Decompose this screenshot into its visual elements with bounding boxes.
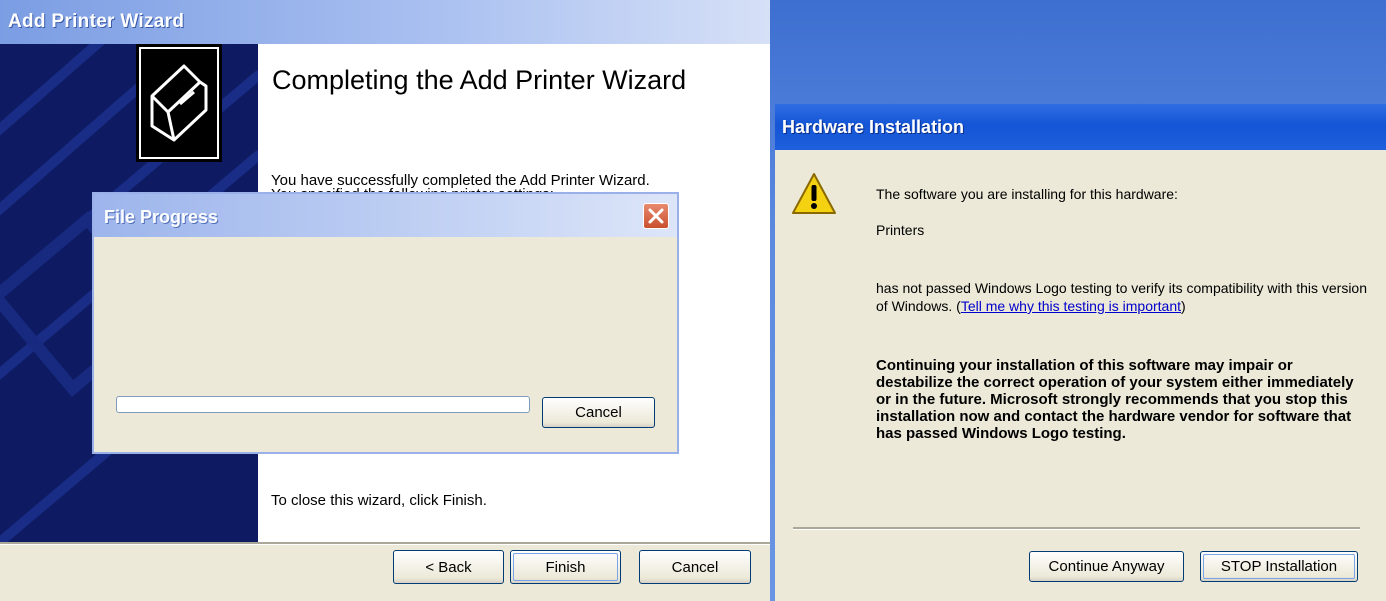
hardware-titlebar[interactable]: Hardware Installation [775, 104, 1386, 150]
testing-importance-link[interactable]: Tell me why this testing is important [961, 298, 1181, 314]
wizard-title: Add Printer Wizard [8, 11, 185, 32]
file-progress-cancel-button[interactable]: Cancel [542, 397, 655, 428]
wizard-titlebar[interactable]: Add Printer Wizard [0, 0, 770, 44]
file-progress-titlebar[interactable]: File Progress [94, 194, 677, 237]
stop-installation-button[interactable]: STOP Installation [1200, 551, 1358, 582]
warning-icon [792, 173, 836, 214]
hardware-title: Hardware Installation [782, 117, 965, 137]
printer-icon [136, 44, 222, 162]
continue-anyway-button[interactable]: Continue Anyway [1029, 551, 1184, 582]
hardware-logo-text: has not passed Windows Logo testing to v… [876, 280, 1368, 314]
wizard-separator [0, 542, 770, 545]
finish-button[interactable]: Finish [510, 550, 621, 584]
file-progress-dialog: File Progress Cancel [92, 192, 679, 454]
file-progress-bar [116, 396, 530, 413]
wizard-heading: Completing the Add Printer Wizard [272, 65, 687, 95]
wizard-cancel-button[interactable]: Cancel [639, 550, 751, 584]
hardware-installation-dialog: Hardware Installation The software you a… [775, 104, 1386, 601]
hardware-separator [793, 527, 1360, 530]
back-button[interactable]: < Back [393, 550, 504, 584]
close-icon[interactable] [643, 203, 669, 229]
hardware-software-text: The software you are installing for this… [876, 186, 1178, 202]
hardware-device-name: Printers [876, 222, 925, 238]
file-progress-title: File Progress [104, 207, 219, 227]
wizard-close-instructions: To close this wizard, click Finish. [271, 492, 487, 509]
hardware-warning-text: Continuing your installation of this sof… [876, 357, 1354, 442]
